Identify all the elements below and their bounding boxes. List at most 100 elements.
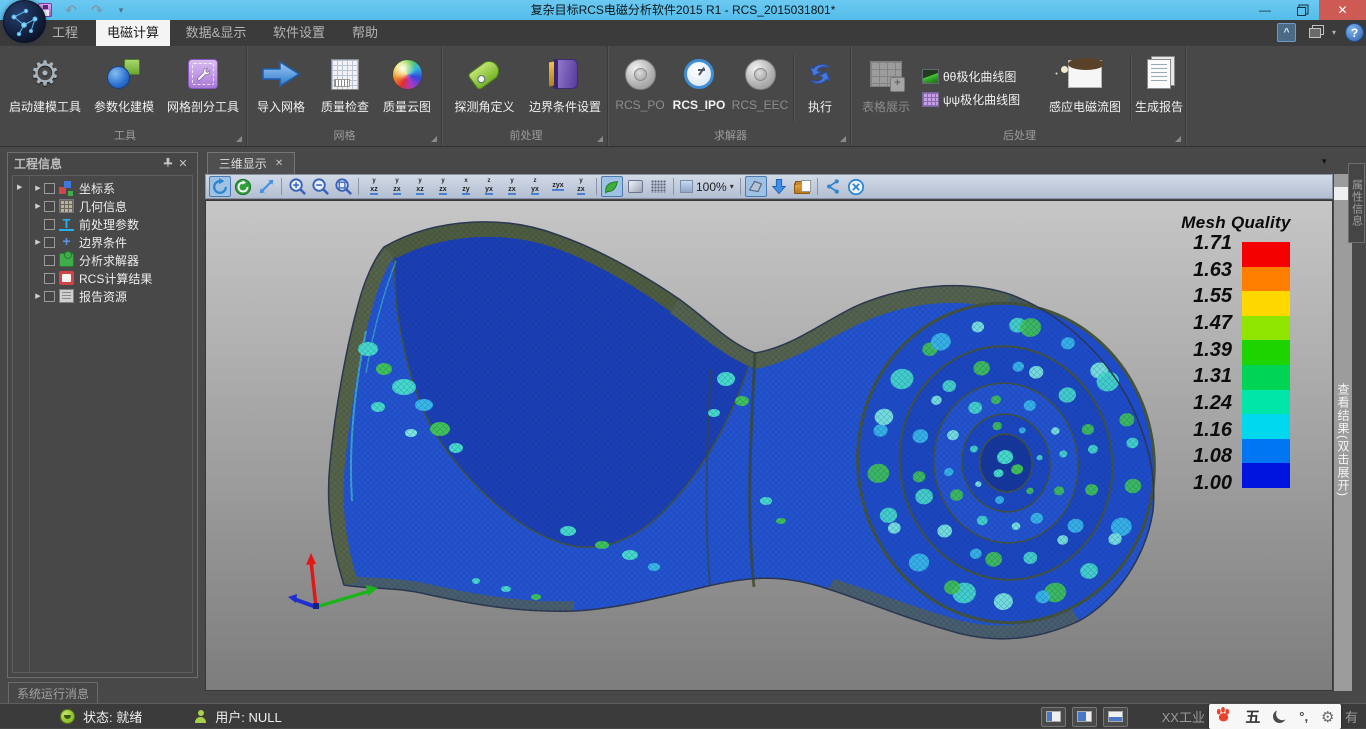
meshing-tool-button[interactable]: 网格剖分工具 [162, 48, 244, 128]
tree-item-report-resources[interactable]: ▶报告资源 [30, 287, 192, 305]
shaded-view-button[interactable] [624, 176, 646, 197]
opacity-dropdown-icon[interactable]: ▾ [730, 182, 734, 191]
menu-tab-settings[interactable]: 软件设置 [262, 20, 336, 46]
expand-arrow-icon[interactable]: ▶ [32, 238, 44, 246]
group-expand-icon[interactable] [597, 136, 603, 142]
root-expand-arrow-icon[interactable]: ▶ [17, 183, 22, 191]
quality-check-button[interactable]: 质量检查 [314, 48, 376, 128]
generate-report-button[interactable]: 生成报告 [1133, 48, 1185, 128]
panel-close-icon[interactable]: ✕ [175, 157, 191, 170]
checkbox[interactable] [44, 183, 55, 194]
3d-viewport[interactable]: Mesh Quality 1.711.631.551.471.391.311.2… [205, 200, 1333, 691]
table-display-button[interactable]: 表格展示 [854, 48, 918, 128]
ime-punct-label[interactable]: °, [1299, 709, 1308, 724]
smooth-shading-button[interactable] [601, 176, 623, 197]
theta-polarization-curve-button[interactable]: θθ极化曲线图 [922, 68, 1038, 85]
layout-left-panel-button[interactable] [1041, 707, 1066, 727]
ime-wubi-label[interactable]: 五 [1245, 706, 1260, 727]
tabrow-dropdown-icon[interactable]: ▾ [1322, 156, 1327, 167]
checkbox[interactable] [44, 237, 55, 248]
ime-toolbar[interactable]: 五 °, ⚙ [1209, 704, 1341, 729]
view-orientation-zx-button[interactable]: yzx [386, 176, 408, 197]
group-expand-icon[interactable] [431, 136, 437, 142]
tree-item-preprocess-params[interactable]: 前处理参数 [30, 215, 192, 233]
induced-current-map-button[interactable]: 感应电磁流图 [1042, 48, 1128, 128]
layout-bottom-panel-button[interactable] [1103, 707, 1128, 727]
checkbox[interactable] [44, 291, 55, 302]
ime-settings-gear-icon[interactable]: ⚙ [1321, 708, 1334, 726]
execute-button[interactable]: 执行 [796, 48, 844, 128]
tree-item-solver[interactable]: 分析求解器 [30, 251, 192, 269]
results-expand-tab[interactable]: 查看结果(双击展开) [1334, 352, 1352, 528]
import-mesh-button[interactable]: 导入网格 [248, 48, 314, 128]
expand-arrow-icon[interactable]: ▶ [32, 202, 44, 210]
expand-arrow-icon[interactable]: ▶ [32, 184, 44, 192]
view-orientation-zx-button[interactable]: yzx [432, 176, 454, 197]
rcs-po-button[interactable]: RCS_PO [611, 48, 669, 128]
menu-tab-em-compute[interactable]: 电磁计算 [96, 20, 170, 46]
rcs-ipo-button[interactable]: RCS_IPO [669, 48, 729, 128]
expand-arrow-icon[interactable]: ▶ [32, 292, 44, 300]
zoom-out-button[interactable] [309, 176, 331, 197]
wireframe-view-button[interactable] [647, 176, 669, 197]
group-expand-icon[interactable] [1175, 136, 1181, 142]
quality-contour-button[interactable]: 质量云图 [376, 48, 438, 128]
close-view-button[interactable] [845, 176, 867, 197]
boundary-condition-button[interactable]: 边界条件设置 [524, 48, 606, 128]
system-message-tab[interactable]: 系统运行消息 [8, 682, 98, 703]
moon-icon[interactable] [1273, 710, 1286, 723]
baidu-paw-icon[interactable] [1215, 706, 1232, 727]
group-expand-icon[interactable] [236, 136, 242, 142]
psi-polarization-curve-button[interactable]: ψψ极化曲线图 [922, 91, 1038, 108]
restore-button[interactable] [1283, 0, 1319, 20]
checkbox[interactable] [44, 219, 55, 230]
button-label: 质量云图 [383, 98, 431, 115]
rotate-view-button[interactable] [209, 176, 231, 197]
view-orientation-zyx-button[interactable]: zyx [547, 176, 569, 197]
tab-3d-display[interactable]: 三维显示 ✕ [207, 152, 295, 174]
view-orientation-yx-button[interactable]: zyx [524, 176, 546, 197]
tree-rail: ▶ [13, 176, 30, 672]
checkbox[interactable] [44, 255, 55, 266]
tree-item-geometry-info[interactable]: ▶几何信息 [30, 197, 192, 215]
tree-item-rcs-results[interactable]: RCS计算结果 [30, 269, 192, 287]
opacity-control[interactable]: 100% ▾ [678, 180, 736, 194]
checkbox[interactable] [44, 201, 55, 212]
status-text: 状态: 就绪 [83, 707, 142, 726]
zoom-in-button[interactable] [286, 176, 308, 197]
view-orientation-zx-button[interactable]: yzx [501, 176, 523, 197]
menu-tab-help[interactable]: 帮助 [340, 20, 390, 46]
tree-item-coordinate-system[interactable]: ▶坐标系 [30, 179, 192, 197]
tree-item-boundary-conditions[interactable]: ▶边界条件 [30, 233, 192, 251]
layout-wide-panel-button[interactable] [1072, 707, 1097, 727]
ribbon-collapse-icon[interactable]: ^ [1277, 23, 1296, 42]
pan-view-button[interactable] [255, 176, 277, 197]
detect-angle-button[interactable]: 探测角定义 [445, 48, 524, 128]
minimize-button[interactable]: — [1247, 0, 1283, 20]
share-view-button[interactable] [822, 176, 844, 197]
help-icon[interactable]: ? [1345, 23, 1364, 42]
view-orientation-zy-button[interactable]: xzy [455, 176, 477, 197]
clip-plane-button[interactable] [745, 176, 767, 197]
property-info-tab[interactable]: 属性信息 [1348, 163, 1365, 243]
zoom-fit-button[interactable] [332, 176, 354, 197]
view-orientation-zx-button[interactable]: yzx [570, 176, 592, 197]
group-expand-icon[interactable] [840, 136, 846, 142]
refresh-view-button[interactable] [232, 176, 254, 197]
launch-modeling-tool-button[interactable]: ⚙ 启动建模工具 [4, 48, 86, 128]
download-view-button[interactable] [768, 176, 790, 197]
tab-close-icon[interactable]: ✕ [275, 158, 283, 169]
view-orientation-yx-button[interactable]: zyx [478, 176, 500, 197]
parametric-modeling-button[interactable]: 参数化建模 [86, 48, 162, 128]
checkbox[interactable] [44, 273, 55, 284]
export-image-button[interactable] [791, 176, 813, 197]
view-orientation-xz-button[interactable]: yxz [363, 176, 385, 197]
rcs-eec-button[interactable]: RCS_EEC [729, 48, 791, 128]
close-button[interactable]: ✕ [1319, 0, 1366, 20]
view-orientation-xz-button[interactable]: yxz [409, 176, 431, 197]
report-resources-icon [59, 289, 74, 303]
window-style-dropdown-icon[interactable]: ▾ [1328, 23, 1340, 42]
pin-icon[interactable] [159, 157, 175, 171]
menu-tab-data-display[interactable]: 数据&显示 [174, 20, 258, 46]
window-style-icon[interactable] [1305, 23, 1325, 42]
